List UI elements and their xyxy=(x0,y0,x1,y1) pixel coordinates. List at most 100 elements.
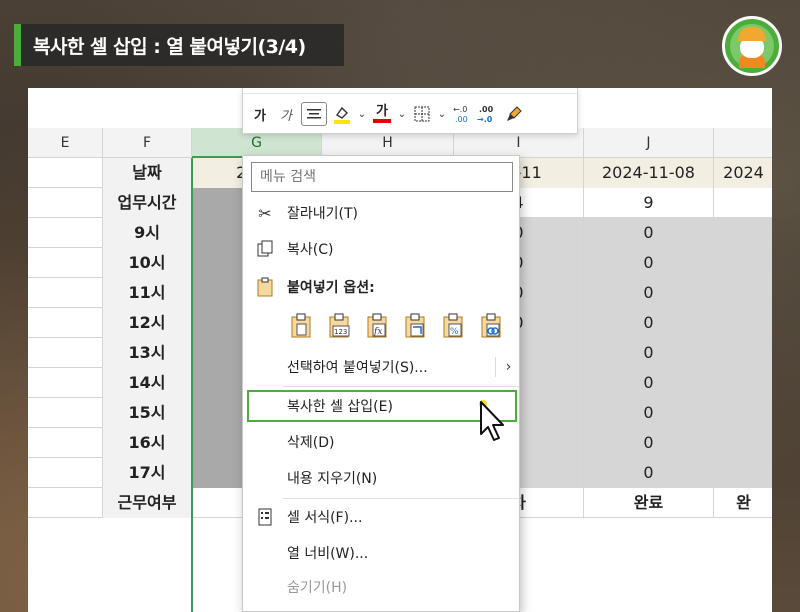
svg-text:.00: .00 xyxy=(455,115,468,124)
menu-item-hide[interactable]: 숨기기(H) xyxy=(243,570,521,604)
table-cell[interactable] xyxy=(714,248,772,278)
table-cell[interactable] xyxy=(28,398,103,428)
table-cell[interactable] xyxy=(714,218,772,248)
decrease-decimal-icon: .00→.0 xyxy=(477,105,494,124)
borders-icon xyxy=(414,106,430,122)
format-painter-button[interactable] xyxy=(503,102,525,126)
context-menu: ✂ 잘라내기(T) 복사(C) 붙여넣기 옵션: 123 fx % xyxy=(242,155,520,612)
table-cell[interactable] xyxy=(28,278,103,308)
table-cell[interactable] xyxy=(28,218,103,248)
svg-text:%: % xyxy=(450,327,459,337)
italic-button[interactable]: 가 xyxy=(275,102,297,126)
svg-text:→.0: →.0 xyxy=(477,115,493,124)
column-header-j[interactable]: J xyxy=(584,128,714,158)
mini-toolbar: 가 가 ⌄ 가 ⌄ ⌄ ←.0.00 .00 →.0 xyxy=(242,88,578,134)
paste-link-icon[interactable] xyxy=(477,312,505,340)
table-cell[interactable] xyxy=(28,188,103,218)
table-cell[interactable]: 14시 xyxy=(103,368,192,398)
paint-bucket-icon xyxy=(334,106,350,124)
table-cell[interactable] xyxy=(28,368,103,398)
chevron-right-icon[interactable]: › xyxy=(495,357,521,377)
menu-item-format-cells[interactable]: 셀 서식(F)... xyxy=(243,500,521,534)
table-cell[interactable]: 16시 xyxy=(103,428,192,458)
table-cell[interactable]: 17시 xyxy=(103,458,192,488)
svg-text:←.0: ←.0 xyxy=(453,105,467,114)
paste-transpose-icon[interactable] xyxy=(401,312,429,340)
table-cell[interactable]: 0 xyxy=(584,428,714,458)
table-cell[interactable]: 0 xyxy=(584,368,714,398)
align-center-button[interactable] xyxy=(301,102,327,126)
clipboard-icon xyxy=(243,277,287,297)
table-cell[interactable]: 10시 xyxy=(103,248,192,278)
table-cell[interactable]: 0 xyxy=(584,248,714,278)
menu-item-clear-contents[interactable]: 내용 지우기(N) xyxy=(243,461,521,495)
table-cell[interactable]: 날짜 xyxy=(103,158,192,188)
format-cells-icon xyxy=(243,508,287,526)
table-cell[interactable]: 2024 xyxy=(714,158,772,188)
borders-button[interactable] xyxy=(411,102,433,126)
table-cell[interactable]: 0 xyxy=(584,398,714,428)
table-cell[interactable]: 0 xyxy=(584,338,714,368)
table-cell[interactable]: 0 xyxy=(584,278,714,308)
menu-search-input[interactable] xyxy=(251,162,513,192)
fill-color-button[interactable] xyxy=(331,102,353,126)
table-cell[interactable]: 11시 xyxy=(103,278,192,308)
font-color-button[interactable]: 가 xyxy=(371,102,393,126)
chevron-down-icon[interactable]: ⌄ xyxy=(357,109,367,120)
table-cell[interactable] xyxy=(28,488,103,518)
menu-item-paste-special[interactable]: 선택하여 붙여넣기(S)... › xyxy=(243,350,521,384)
table-cell[interactable]: 근무여부 xyxy=(103,488,192,518)
svg-text:fx: fx xyxy=(373,327,382,337)
table-cell[interactable] xyxy=(714,428,772,458)
bold-button[interactable]: 가 xyxy=(249,102,271,126)
table-cell[interactable] xyxy=(28,338,103,368)
table-cell[interactable] xyxy=(28,158,103,188)
table-cell[interactable]: 12시 xyxy=(103,308,192,338)
table-cell[interactable] xyxy=(28,428,103,458)
table-cell[interactable] xyxy=(28,248,103,278)
paste-icon[interactable] xyxy=(287,312,315,340)
table-cell[interactable]: 2024-11-08 xyxy=(584,158,714,188)
copy-icon xyxy=(243,240,287,258)
table-cell[interactable]: 완료 xyxy=(584,488,714,518)
menu-item-cut[interactable]: ✂ 잘라내기(T) xyxy=(243,196,521,230)
table-cell[interactable]: 0 xyxy=(584,308,714,338)
paste-options-row: 123 fx % xyxy=(287,312,505,340)
menu-item-column-width[interactable]: 열 너비(W)... xyxy=(243,536,521,570)
table-cell[interactable]: 9시 xyxy=(103,218,192,248)
chevron-down-icon[interactable]: ⌄ xyxy=(437,109,447,120)
column-header-k[interactable] xyxy=(714,128,772,158)
table-cell[interactable]: 15시 xyxy=(103,398,192,428)
table-cell[interactable] xyxy=(28,458,103,488)
table-cell[interactable] xyxy=(714,338,772,368)
table-cell[interactable] xyxy=(714,458,772,488)
paste-values-icon[interactable]: 123 xyxy=(325,312,353,340)
table-cell[interactable]: 완 xyxy=(714,488,772,518)
table-cell[interactable]: 9 xyxy=(584,188,714,218)
svg-text:.00: .00 xyxy=(479,105,494,114)
table-cell[interactable]: 0 xyxy=(584,458,714,488)
table-cell[interactable] xyxy=(714,398,772,428)
table-cell[interactable] xyxy=(714,368,772,398)
decrease-decimal-button[interactable]: .00 →.0 xyxy=(477,102,499,126)
table-cell[interactable] xyxy=(714,308,772,338)
channel-logo xyxy=(722,16,782,76)
chevron-down-icon[interactable]: ⌄ xyxy=(397,109,407,120)
table-cell[interactable] xyxy=(714,188,772,218)
table-cell[interactable]: 0 xyxy=(584,218,714,248)
table-cell[interactable] xyxy=(28,308,103,338)
column-header-e[interactable]: E xyxy=(28,128,103,158)
selected-column-border xyxy=(191,158,193,612)
cursor-icon xyxy=(475,400,509,450)
paste-formatting-icon[interactable]: % xyxy=(439,312,467,340)
column-header-f[interactable]: F xyxy=(103,128,192,158)
svg-text:123: 123 xyxy=(334,328,347,336)
increase-decimal-button[interactable]: ←.0.00 xyxy=(451,102,473,126)
table-cell[interactable]: 13시 xyxy=(103,338,192,368)
brush-icon xyxy=(507,106,522,121)
menu-item-copy[interactable]: 복사(C) xyxy=(243,232,521,266)
paste-formulas-icon[interactable]: fx xyxy=(363,312,391,340)
increase-decimal-icon: ←.0.00 xyxy=(453,105,468,124)
table-cell[interactable]: 업무시간 xyxy=(103,188,192,218)
table-cell[interactable] xyxy=(714,278,772,308)
